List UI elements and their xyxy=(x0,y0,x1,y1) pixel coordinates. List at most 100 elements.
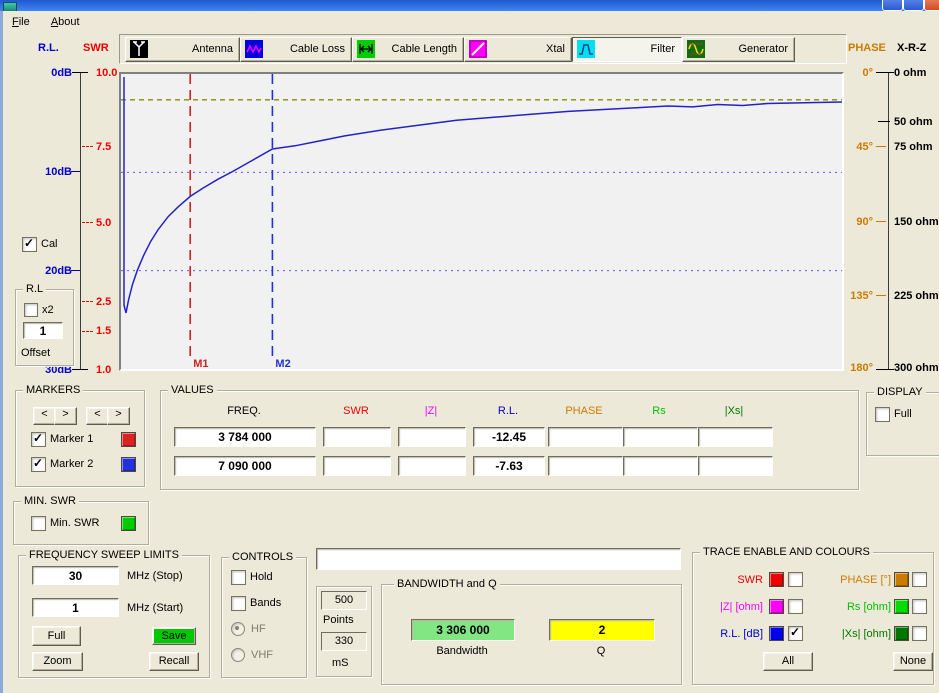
generator-icon xyxy=(687,40,705,58)
controls-group-title: CONTROLS xyxy=(229,551,296,563)
bandwidth-label: Bandwidth xyxy=(411,645,513,657)
xs-trace-checkbox[interactable] xyxy=(912,626,927,641)
marker1-color-swatch[interactable] xyxy=(121,432,136,447)
bandwidth-q-group: BANDWIDTH and Q 3 306 000 Bandwidth 2 Q xyxy=(381,584,682,685)
points-value[interactable]: 500 xyxy=(321,591,367,610)
left-axis-top-tick xyxy=(72,72,88,73)
min-swr-label: Min. SWR xyxy=(50,517,100,529)
stop-frequency-input[interactable] xyxy=(32,566,119,585)
markers-group: MARKERS < > < > Marker 1 Marker 2 xyxy=(15,390,145,487)
marker1-checkbox[interactable] xyxy=(31,432,46,447)
minimize-button[interactable] xyxy=(882,0,903,11)
swr-trace-label: SWR xyxy=(701,574,763,586)
swr-tick xyxy=(82,331,93,332)
phase-column-header: PHASE xyxy=(552,405,616,417)
rl-offset-input[interactable] xyxy=(23,322,63,339)
marker1-prev-button[interactable]: < xyxy=(33,407,56,425)
maximize-button[interactable] xyxy=(903,0,924,11)
antenna-icon xyxy=(130,40,148,58)
freq-column-header: FREQ. xyxy=(212,405,276,417)
cable-loss-icon xyxy=(245,40,263,58)
phase-tick xyxy=(876,221,886,222)
rs-trace-label: Rs [ohm] xyxy=(819,601,891,613)
toolbar-button-label: Xtal xyxy=(546,43,565,55)
swr-tick-label: 2.5 xyxy=(96,296,111,308)
sweep-limits-group: FREQUENCY SWEEP LIMITS MHz (Stop) MHz (S… xyxy=(18,555,210,678)
close-button[interactable] xyxy=(924,0,939,11)
db-tick xyxy=(71,270,80,271)
app-window: File About R.L. SWR 0dB 10dB 20dB 30dB 1… xyxy=(0,0,939,693)
swr-trace-checkbox[interactable] xyxy=(788,572,803,587)
hold-checkbox[interactable] xyxy=(231,570,246,585)
start-frequency-input[interactable] xyxy=(32,598,119,617)
rs-trace-swatch[interactable] xyxy=(894,599,909,614)
toolbar-button-label: Cable Length xyxy=(392,43,457,55)
no-traces-button[interactable]: None xyxy=(893,652,933,671)
marker2-next-button[interactable]: > xyxy=(107,407,130,425)
all-traces-button[interactable]: All xyxy=(763,652,813,671)
min-swr-checkbox[interactable] xyxy=(31,516,46,531)
menu-about[interactable]: About xyxy=(42,11,89,32)
phase-trace-checkbox[interactable] xyxy=(912,572,927,587)
display-group-title: DISPLAY xyxy=(874,386,926,398)
phase-trace-swatch[interactable] xyxy=(894,572,909,587)
vhf-radio[interactable] xyxy=(231,648,245,662)
full-span-button[interactable]: Full xyxy=(32,626,81,646)
marker2-rl-value: -7.63 xyxy=(473,456,545,476)
ohm-tick-label: 0 ohm xyxy=(894,67,926,79)
marker2-checkbox[interactable] xyxy=(31,457,46,472)
swr-axis-header: SWR xyxy=(83,42,109,54)
marker2-color-swatch[interactable] xyxy=(121,457,136,472)
toolbar-button-antenna[interactable]: Antenna xyxy=(125,37,240,62)
right-axis-bottom-tick xyxy=(876,369,894,370)
display-full-label: Full xyxy=(894,408,912,420)
bands-checkbox[interactable] xyxy=(231,596,246,611)
toolbar-button-label: Generator xyxy=(738,43,788,55)
rl-trace-label: R.L. [dB] xyxy=(701,628,763,640)
marker-label-m1: M1 xyxy=(193,358,208,369)
rs-column-header: Rs xyxy=(627,405,691,417)
swr-trace-swatch[interactable] xyxy=(769,572,784,587)
ohm-tick xyxy=(878,121,890,122)
marker1-freq-value[interactable]: 3 784 000 xyxy=(174,427,316,447)
zoom-button[interactable]: Zoom xyxy=(32,652,83,671)
z-trace-checkbox[interactable] xyxy=(788,599,803,614)
phase-trace-label: PHASE [°] xyxy=(819,574,891,586)
recall-button[interactable]: Recall xyxy=(149,652,199,671)
toolbar-button-cable-loss[interactable]: Cable Loss xyxy=(240,37,352,62)
hf-radio[interactable] xyxy=(231,622,245,636)
rl-trace-checkbox[interactable] xyxy=(788,626,803,641)
save-button[interactable]: Save xyxy=(152,627,196,645)
swr-column-header: SWR xyxy=(324,405,388,417)
left-axis-line xyxy=(80,73,81,370)
bandwidth-q-group-title: BANDWIDTH and Q xyxy=(394,578,500,590)
hf-label: HF xyxy=(251,623,266,635)
title-bar[interactable] xyxy=(0,0,939,11)
menu-file[interactable]: File xyxy=(3,11,39,32)
z-trace-swatch[interactable] xyxy=(769,599,784,614)
marker2-freq-value[interactable]: 7 090 000 xyxy=(174,456,316,476)
display-full-checkbox[interactable] xyxy=(875,407,890,422)
toolbar-button-filter[interactable]: Filter xyxy=(572,37,682,62)
plot-area[interactable]: M1M2 xyxy=(119,72,844,371)
rl-trace-swatch[interactable] xyxy=(769,626,784,641)
marker1-next-button[interactable]: > xyxy=(54,407,77,425)
xs-trace-swatch[interactable] xyxy=(894,626,909,641)
bands-label: Bands xyxy=(250,597,281,609)
phase-tick xyxy=(876,146,886,147)
ms-value[interactable]: 330 xyxy=(321,632,367,651)
ohm-tick-label: 75 ohm xyxy=(894,141,933,153)
message-bar[interactable] xyxy=(316,548,681,570)
toolbar-button-generator[interactable]: Generator xyxy=(682,37,795,62)
swr-tick-label: 10.0 xyxy=(96,67,117,79)
phase-tick-label: 180° xyxy=(840,362,873,374)
min-swr-color-swatch[interactable] xyxy=(121,516,136,531)
toolbar: Antenna Cable Loss Cable Length Xtal Fil… xyxy=(119,34,847,64)
rs-trace-checkbox[interactable] xyxy=(912,599,927,614)
x2-checkbox[interactable] xyxy=(24,303,38,317)
cal-checkbox[interactable] xyxy=(22,237,37,252)
marker2-prev-button[interactable]: < xyxy=(86,407,109,425)
toolbar-button-xtal[interactable]: Xtal xyxy=(464,37,572,62)
toolbar-button-label: Cable Loss xyxy=(290,43,345,55)
toolbar-button-cable-length[interactable]: Cable Length xyxy=(352,37,464,62)
